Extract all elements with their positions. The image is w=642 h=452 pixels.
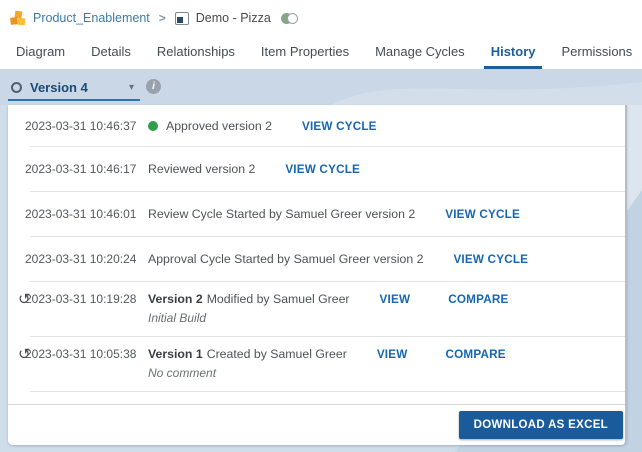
cubes-icon [10, 10, 26, 26]
row-links: VIEW CYCLE [445, 206, 520, 223]
diagram-item-icon [174, 11, 189, 25]
row-timestamp: 2023-03-31 10:46:17 [25, 162, 137, 176]
row-links: VIEW CYCLE [285, 161, 360, 178]
version-selector[interactable]: Version 4 ▾ [8, 75, 140, 101]
view-cycle-link[interactable]: VIEW CYCLE [453, 251, 528, 268]
row-description-block: Approval Cycle Started by Samuel Greer v… [148, 251, 423, 268]
row-timestamp: 2023-03-31 10:19:28 [25, 292, 137, 306]
row-description: Approved version 2 [166, 118, 272, 133]
compare-link[interactable]: COMPARE [448, 291, 508, 308]
toggle-right-circle [286, 12, 298, 24]
tabs: Diagram Details Relationships Item Properti… [0, 36, 642, 70]
history-row: ↺ 2023-03-31 10:05:38 Version 1 Created … [8, 337, 625, 392]
view-cycle-link[interactable]: VIEW CYCLE [302, 118, 377, 135]
view-link[interactable]: VIEW [380, 291, 411, 308]
history-row: ↺ 2023-03-31 10:19:28 Version 2 Modified… [8, 282, 625, 337]
row-description: Created by Samuel Greer [206, 347, 347, 361]
history-row: ↺ 2023-03-31 10:46:37 Approved version 2… [8, 105, 625, 147]
row-timestamp: 2023-03-31 10:46:37 [25, 118, 137, 133]
tab-details[interactable]: Details [84, 36, 138, 69]
history-rows: ↺ 2023-03-31 10:46:37 Approved version 2… [8, 105, 625, 404]
chevron-right-icon: > [158, 11, 166, 25]
panel-footer: DOWNLOAD AS EXCEL [8, 404, 625, 445]
toggle-icon[interactable] [280, 12, 298, 24]
row-description: Reviewed version 2 [148, 162, 256, 176]
row-description: Approval Cycle Started by Samuel Greer v… [148, 252, 424, 266]
chevron-down-icon: ▾ [128, 81, 134, 93]
version-banner: Version 4 ▾ i [0, 70, 642, 105]
approved-status-dot [148, 121, 158, 131]
row-description-block: Reviewed version 2 [148, 161, 255, 178]
compare-link[interactable]: COMPARE [445, 346, 505, 363]
tab-diagram[interactable]: Diagram [9, 36, 72, 69]
row-description-block: Version 2 Modified by Samuel Greer Initi… [148, 291, 350, 327]
row-comment: Initial Build [148, 311, 207, 325]
row-comment: No comment [148, 366, 217, 380]
row-links: VIEW COMPARE [377, 346, 506, 363]
tab-manage-cycles[interactable]: Manage Cycles [368, 36, 472, 69]
row-description-block: Review Cycle Started by Samuel Greer ver… [148, 206, 415, 223]
history-row: ↺ 2023-03-31 10:46:01 Review Cycle Start… [8, 192, 625, 237]
tab-relationships[interactable]: Relationships [150, 36, 242, 69]
row-description-block: Version 1 Created by Samuel Greer No com… [148, 346, 347, 382]
restore-version-icon[interactable]: ↺ [8, 291, 31, 307]
row-links: VIEW CYCLE [302, 118, 377, 135]
row-timestamp: 2023-03-31 10:46:01 [25, 207, 137, 221]
tab-permissions[interactable]: Permissions [554, 36, 639, 69]
row-links: VIEW CYCLE [453, 251, 528, 268]
download-as-excel-button[interactable]: DOWNLOAD AS EXCEL [458, 411, 623, 439]
breadcrumb-root-link[interactable]: Product_Enablement [33, 11, 150, 25]
history-row: ↺ 2023-03-31 10:20:24 Approval Cycle Sta… [8, 237, 625, 282]
row-version-label: Version 1 [148, 347, 203, 361]
restore-version-icon[interactable]: ↺ [8, 346, 31, 362]
version-selector-value: Version 4 [30, 79, 88, 95]
row-description: Modified by Samuel Greer [206, 292, 350, 306]
row-links: VIEW COMPARE [380, 291, 509, 308]
row-timestamp: 2023-03-31 10:20:24 [25, 252, 137, 266]
row-version-label: Version 2 [148, 292, 203, 306]
view-cycle-link[interactable]: VIEW CYCLE [285, 161, 360, 178]
history-panel: ↺ 2023-03-31 10:46:37 Approved version 2… [8, 105, 627, 445]
view-cycle-link[interactable]: VIEW CYCLE [445, 206, 520, 223]
row-description: Review Cycle Started by Samuel Greer ver… [148, 207, 416, 221]
tab-history[interactable]: History [483, 36, 543, 69]
row-timestamp: 2023-03-31 10:05:38 [25, 347, 137, 361]
history-page: Product_Enablement > Demo - Pizza Diagra… [0, 0, 642, 452]
breadcrumb: Product_Enablement > Demo - Pizza [0, 0, 642, 36]
version-status-circle-icon [11, 81, 22, 93]
info-icon[interactable]: i [146, 79, 161, 94]
breadcrumb-current: Demo - Pizza [195, 11, 271, 25]
view-link[interactable]: VIEW [377, 346, 408, 363]
row-description-block: Approved version 2 [148, 118, 272, 135]
history-row: ↺ 2023-03-31 10:46:17 Reviewed version 2… [8, 147, 625, 192]
tab-item-properties[interactable]: Item Properties [254, 36, 356, 69]
